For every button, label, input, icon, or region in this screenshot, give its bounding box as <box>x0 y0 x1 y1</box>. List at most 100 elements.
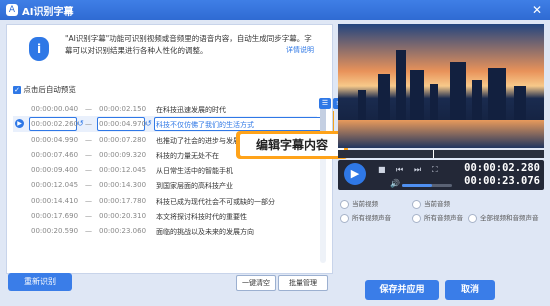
playhead[interactable] <box>433 150 434 158</box>
volume-icon[interactable]: 🔊 <box>390 179 400 188</box>
option-label: 全部视频和音频声音 <box>480 214 539 222</box>
option-current-video[interactable]: 当前视频 <box>340 198 378 209</box>
audio-source-options: 当前视频 当前音频 所有视频声音 所有音频声音 全部视频和音频声音 <box>338 196 544 224</box>
option-label: 所有音频声音 <box>424 214 463 222</box>
subtitle-text: 面临的挑战以及未来的发展方向 <box>156 228 254 237</box>
start-time: 00:00:07.460 <box>31 150 79 159</box>
checkbox-icon: ✓ <box>13 86 21 94</box>
subtitle-text: 科技不仅仿佛了我们的生活方式 <box>156 121 254 130</box>
autoplay-label: 点击后自动预览 <box>23 85 76 94</box>
dash: — <box>85 196 92 205</box>
preview-panel: ▶ ■ ⏮ ⏭ ⛶ 🔊 00:00:02.280 00:00:23.076 当前… <box>338 24 544 272</box>
fullscreen-icon[interactable]: ⛶ <box>432 165 438 175</box>
info-icon: i <box>29 37 49 61</box>
subtitle-text: 本文将探讨科技时代的重要性 <box>156 213 247 222</box>
next-frame-icon[interactable]: ⏭ <box>414 165 421 175</box>
current-time: 00:00:02.280 <box>464 162 540 174</box>
list-scrollbar[interactable] <box>320 103 326 263</box>
subtitle-text: 在科技迅速发展的时代 <box>156 106 226 114</box>
start-time: 00:00:04.990 <box>31 135 79 144</box>
edit-subtitle-callout: 编辑字幕内容 <box>236 131 348 159</box>
start-time: 00:00:20.590 <box>31 227 79 236</box>
prev-frame-icon[interactable]: ⏮ <box>396 165 403 175</box>
table-row[interactable]: 00:00:00.040 — 00:00:02.150 在科技迅速发展的时代 <box>13 101 317 116</box>
save-apply-button[interactable]: 保存并应用 <box>365 280 439 300</box>
video-preview <box>338 24 544 148</box>
callout-text: 编辑字幕内容 <box>240 134 344 156</box>
table-row[interactable]: 00:00:12.045 — 00:00:14.300 到国家层面的高科技产业 <box>13 177 317 192</box>
table-row[interactable]: 00:00:17.690 — 00:00:20.310 本文将探讨科技时代的重要… <box>13 208 317 223</box>
timeline[interactable] <box>338 150 544 158</box>
city-silhouette <box>358 90 366 120</box>
subtitle-list: 00:00:00.040 — 00:00:02.150 在科技迅速发展的时代 ▶… <box>13 101 326 267</box>
table-row-selected[interactable]: ▶ 00:00:02.260 — 00:00:04.970 ↺ ↺ 科技不仅仿佛… <box>13 116 326 132</box>
end-time: 00:00:20.310 <box>99 212 147 221</box>
total-time: 00:00:23.076 <box>464 175 540 187</box>
dash: — <box>85 135 92 144</box>
reset-end-icon[interactable]: ↺ <box>145 119 154 128</box>
start-time: 00:00:00.040 <box>31 105 79 113</box>
radio-icon <box>412 199 421 209</box>
stop-icon[interactable]: ■ <box>378 165 386 174</box>
volume-slider[interactable] <box>402 184 452 187</box>
end-time: 00:00:07.280 <box>99 135 147 144</box>
city-silhouette <box>514 86 526 120</box>
option-all-video-audio[interactable]: 全部视频和音频声音 <box>468 212 539 223</box>
start-time: 00:00:14.410 <box>31 196 79 205</box>
callout-pointer <box>333 111 334 132</box>
end-time: 00:00:04.970 <box>99 120 147 129</box>
radio-icon <box>340 199 349 209</box>
table-row[interactable]: 00:00:14.410 — 00:00:17.780 科技已成为现代社会不可或… <box>13 193 317 208</box>
app-icon: A <box>6 4 18 16</box>
city-silhouette <box>378 74 390 120</box>
cancel-button[interactable]: 取消 <box>445 280 495 300</box>
bottom-toolbar: 重新识别 一键清空 批量管理 <box>6 272 331 300</box>
city-silhouette <box>410 70 424 120</box>
radio-icon <box>340 213 349 223</box>
clear-all-button[interactable]: 一键清空 <box>236 275 276 291</box>
start-time: 00:00:12.045 <box>31 181 79 190</box>
radio-icon <box>412 213 421 223</box>
dash: — <box>85 166 92 175</box>
table-row[interactable]: 00:00:20.590 — 00:00:23.060 面临的挑战以及未来的发展… <box>13 223 317 238</box>
dash: — <box>85 212 92 221</box>
volume-fill <box>402 184 432 187</box>
player-controls: ▶ ■ ⏮ ⏭ ⛶ 🔊 00:00:02.280 00:00:23.076 <box>338 160 544 190</box>
start-time: 00:00:09.400 <box>31 166 79 175</box>
subtitle-window: A AI识别字幕 ✕ i "AI识别字幕"功能可识别视频或音频里的语音内容，自动… <box>0 0 550 306</box>
re-recognize-button[interactable]: 重新识别 <box>8 273 72 291</box>
subtitle-text: 从日常生活中的智能手机 <box>156 167 233 176</box>
batch-manage-button[interactable]: 批量管理 <box>278 275 328 291</box>
notice-text: "AI识别字幕"功能可识别视频或音频里的语音内容，自动生成同步字幕。字幕可以对识… <box>65 34 312 55</box>
city-silhouette <box>450 62 466 120</box>
option-all-video[interactable]: 所有视频声音 <box>340 212 391 223</box>
close-icon[interactable]: ✕ <box>530 3 544 17</box>
dash: — <box>85 227 92 236</box>
end-time: 00:00:14.300 <box>99 181 147 190</box>
split-icon[interactable]: ☰ <box>319 98 331 109</box>
city-silhouette <box>430 84 438 120</box>
subtitle-text: 科技已成为现代社会不可或缺的一部分 <box>156 197 275 206</box>
dash: — <box>85 150 92 159</box>
city-silhouette <box>472 80 482 120</box>
option-all-audio[interactable]: 所有音频声音 <box>412 212 463 223</box>
start-time: 00:00:02.260 <box>31 120 79 129</box>
autoplay-checkbox[interactable]: ✓ 点击后自动预览 <box>13 84 76 96</box>
option-label: 所有视频声音 <box>352 214 391 222</box>
dash: — <box>85 120 92 129</box>
reset-start-icon[interactable]: ↺ <box>77 119 86 128</box>
play-icon[interactable]: ▶ <box>15 119 24 129</box>
play-icon[interactable]: ▶ <box>344 163 366 185</box>
end-time: 00:00:17.780 <box>99 196 147 205</box>
end-time: 00:00:23.060 <box>99 227 147 236</box>
city-silhouette <box>396 50 406 120</box>
notice-box: i "AI识别字幕"功能可识别视频或音频里的语音内容，自动生成同步字幕。字幕可以… <box>13 29 326 77</box>
table-row[interactable]: 00:00:09.400 — 00:00:12.045 从日常生活中的智能手机 <box>13 162 317 177</box>
dash: — <box>85 181 92 190</box>
dash: — <box>85 105 92 113</box>
end-time: 00:00:02.150 <box>99 105 147 113</box>
option-current-audio[interactable]: 当前音频 <box>412 198 450 209</box>
subtitle-text: 到国家层面的高科技产业 <box>156 182 233 191</box>
details-link[interactable]: 详情说明 <box>286 45 314 55</box>
radio-icon <box>468 213 477 223</box>
